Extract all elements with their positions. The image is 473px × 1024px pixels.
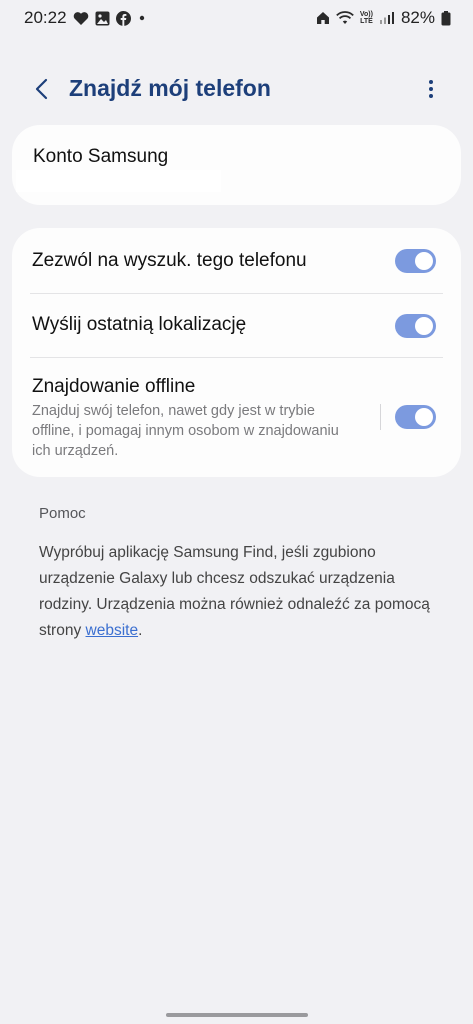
vertical-separator xyxy=(380,404,381,430)
volte-icon: Vo)) LTE xyxy=(360,11,373,25)
home-icon xyxy=(316,11,330,25)
battery-percent: 82% xyxy=(400,8,435,27)
setting-row-allow-find[interactable]: Zezwól na wyszuk. tego telefonu xyxy=(12,228,461,293)
dot-icon xyxy=(137,13,147,23)
battery-icon xyxy=(441,10,451,26)
image-icon xyxy=(95,11,110,26)
setting-row-offline-finding[interactable]: Znajdowanie offline Znajduj swój telefon… xyxy=(12,358,461,477)
toggle-offline-finding[interactable] xyxy=(395,405,436,429)
chevron-left-icon xyxy=(34,78,48,100)
setting-row-send-last-location[interactable]: Wyślij ostatnią lokalizację xyxy=(12,294,461,357)
status-bar-left: 20:22 xyxy=(24,8,147,28)
account-email-redacted xyxy=(16,170,221,192)
volte-label-top: Vo)) xyxy=(359,11,373,18)
toggle-send-last-location[interactable] xyxy=(395,314,436,338)
signal-icon xyxy=(379,11,395,25)
account-label: Konto Samsung xyxy=(33,146,169,167)
setting-label-send-last-location: Wyślij ostatnią lokalizację xyxy=(32,314,247,335)
more-options-button[interactable] xyxy=(419,74,443,104)
app-header: Znajdź mój telefon xyxy=(0,66,473,112)
help-text: Wypróbuj aplikację Samsung Find, jeśli z… xyxy=(39,540,439,644)
toggle-knob xyxy=(415,408,433,426)
help-heading: Pomoc xyxy=(39,505,86,522)
more-vert-icon xyxy=(428,79,434,99)
toggle-knob xyxy=(415,252,433,270)
toggle-allow-find[interactable] xyxy=(395,249,436,273)
setting-label-offline-finding: Znajdowanie offline xyxy=(32,376,196,397)
setting-desc-offline-finding: Znajduj swój telefon, nawet gdy jest w t… xyxy=(32,403,339,459)
status-bar: 20:22 Vo)) LTE 82% xyxy=(0,0,473,36)
toggle-knob xyxy=(415,317,433,335)
help-text-end: . xyxy=(138,622,143,639)
page-title: Znajdź mój telefon xyxy=(69,75,271,101)
setting-label-allow-find: Zezwól na wyszuk. tego telefonu xyxy=(32,250,307,271)
heart-icon xyxy=(73,11,89,26)
home-indicator[interactable] xyxy=(166,1013,308,1017)
website-link[interactable]: website xyxy=(86,622,139,639)
status-time: 20:22 xyxy=(24,8,67,27)
wifi-icon xyxy=(336,11,354,25)
status-bar-right: Vo)) LTE 82% xyxy=(316,8,451,28)
volte-label-bottom: LTE xyxy=(360,18,373,25)
account-card[interactable]: Konto Samsung xyxy=(12,125,461,205)
facebook-icon xyxy=(115,10,131,26)
back-button[interactable] xyxy=(26,74,56,104)
settings-card: Zezwól na wyszuk. tego telefonu Wyślij o… xyxy=(12,228,461,477)
